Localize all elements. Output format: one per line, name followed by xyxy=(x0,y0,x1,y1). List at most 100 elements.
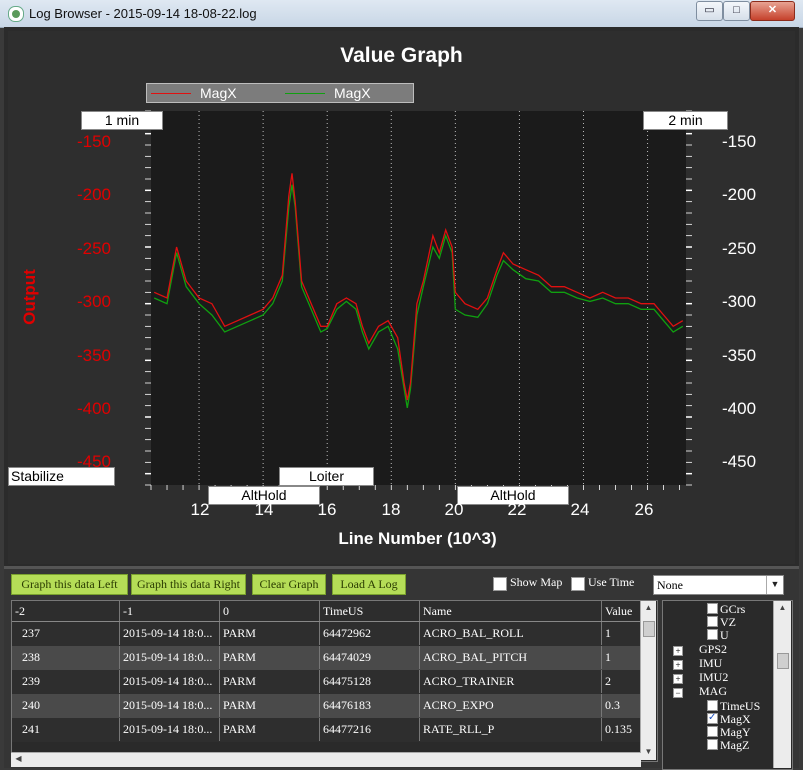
chevron-down-icon[interactable]: ▼ xyxy=(766,576,783,594)
tree-node[interactable]: GPS2 xyxy=(699,643,727,656)
column-header[interactable]: -1 xyxy=(120,601,220,621)
column-header[interactable]: 0 xyxy=(220,601,320,621)
table-row[interactable]: 239 2015-09-14 18:0... PARM 64475128 ACR… xyxy=(12,670,642,694)
legend-label-2: MagX xyxy=(334,85,371,101)
table-cell: PARM xyxy=(220,622,320,645)
table-cell: 2015-09-14 18:0... xyxy=(120,622,220,645)
scroll-up-icon[interactable]: ▲ xyxy=(641,603,656,612)
table-cell: 2015-09-14 18:0... xyxy=(120,646,220,669)
x-tick: 18 xyxy=(381,500,401,519)
y-tick-left: -400 xyxy=(76,399,111,418)
y-tick-left: -200 xyxy=(76,185,111,204)
table-horizontal-scrollbar[interactable]: ◀ xyxy=(11,752,641,767)
tree-label: GCrs xyxy=(720,602,746,616)
x-tick: 20 xyxy=(444,500,464,519)
series-select-value: None xyxy=(657,578,683,592)
y-axis-label: Output xyxy=(19,269,39,325)
column-header[interactable]: TimeUS xyxy=(320,601,420,621)
table-cell: PARM xyxy=(220,670,320,693)
y-tick-right: -300 xyxy=(722,292,757,311)
graph-right-button[interactable]: Graph this data Right xyxy=(131,574,246,595)
tree-checkbox[interactable] xyxy=(707,616,718,627)
table-cell: 1 xyxy=(602,622,642,645)
x-tick: 22 xyxy=(507,500,527,519)
minimize-button[interactable]: ▭ xyxy=(696,1,723,21)
tree-label: TimeUS xyxy=(720,699,761,713)
x-tick: 26 xyxy=(634,500,654,519)
table-cell: 64472962 xyxy=(320,622,420,645)
table-cell: PARM xyxy=(220,694,320,717)
y-tick-left: -150 xyxy=(76,132,111,151)
table-cell: 0.3 xyxy=(602,694,642,717)
tree-node[interactable]: IMU xyxy=(699,657,722,670)
column-header[interactable]: Name xyxy=(420,601,602,621)
tree-label: MagZ xyxy=(720,738,750,752)
graph-left-button[interactable]: Graph this data Left xyxy=(11,574,128,595)
maximize-button[interactable]: □ xyxy=(723,1,750,21)
x-tick: 16 xyxy=(317,500,337,519)
scroll-thumb[interactable] xyxy=(777,653,789,669)
legend-swatch-1 xyxy=(151,93,191,94)
use-time-checkbox[interactable] xyxy=(571,577,585,591)
y-tick-left: -450 xyxy=(76,452,111,471)
graph-title: Value Graph xyxy=(340,44,463,67)
table-cell: 64474029 xyxy=(320,646,420,669)
table-row[interactable]: 238 2015-09-14 18:0... PARM 64474029 ACR… xyxy=(12,646,642,670)
mode-label-loiter: Loiter xyxy=(279,467,374,486)
expand-icon[interactable]: + xyxy=(673,646,683,656)
tree-item[interactable]: U xyxy=(707,629,729,642)
table-row[interactable]: 241 2015-09-14 18:0... PARM 64477216 RAT… xyxy=(12,718,642,742)
x-tick: 12 xyxy=(190,500,210,519)
window-title: Log Browser - 2015-09-14 18-08-22.log xyxy=(29,6,257,21)
table-cell: 64475128 xyxy=(320,670,420,693)
table-cell: 1 xyxy=(602,646,642,669)
tree-label: VZ xyxy=(720,615,736,629)
scroll-up-icon[interactable]: ▲ xyxy=(775,603,790,612)
y-tick-left: -300 xyxy=(76,292,111,311)
tree-checkbox[interactable] xyxy=(707,726,718,737)
collapse-icon[interactable]: − xyxy=(673,688,683,698)
tree-checkbox[interactable] xyxy=(707,700,718,711)
series-select[interactable]: None ▼ xyxy=(653,575,784,595)
y-tick-right: -350 xyxy=(722,346,757,365)
table-cell: PARM xyxy=(220,646,320,669)
scroll-thumb[interactable] xyxy=(643,621,655,637)
scroll-down-icon[interactable]: ▼ xyxy=(641,747,656,756)
table-cell: RATE_RLL_P xyxy=(420,718,602,741)
table-cell: 2015-09-14 18:0... xyxy=(120,694,220,717)
table-cell: 2 xyxy=(602,670,642,693)
time-marker-left: 1 min xyxy=(81,111,163,130)
log-table[interactable]: -2 -1 0 TimeUS Name Value 237 2015-09-14… xyxy=(11,600,658,762)
table-cell: ACRO_BAL_PITCH xyxy=(420,646,602,669)
column-header[interactable]: Value xyxy=(602,601,642,621)
tree-checkbox[interactable] xyxy=(707,603,718,614)
plot-area[interactable] xyxy=(151,111,686,485)
clear-graph-button[interactable]: Clear Graph xyxy=(252,574,326,595)
tree-label: U xyxy=(720,628,729,642)
tree-checkbox-checked[interactable] xyxy=(707,711,718,724)
expand-icon[interactable]: + xyxy=(673,660,683,670)
expand-icon[interactable]: + xyxy=(673,674,683,684)
table-vertical-scrollbar[interactable]: ▲ ▼ xyxy=(640,601,656,760)
y-tick-right: -200 xyxy=(722,185,757,204)
tree-node[interactable]: MAG xyxy=(699,685,727,698)
table-row[interactable]: 240 2015-09-14 18:0... PARM 64476183 ACR… xyxy=(12,694,642,718)
show-map-checkbox[interactable] xyxy=(493,577,507,591)
table-cell: 64477216 xyxy=(320,718,420,741)
tree-checkbox[interactable] xyxy=(707,629,718,640)
load-log-button[interactable]: Load A Log xyxy=(332,574,406,595)
table-cell: PARM xyxy=(220,718,320,741)
x-axis-label: Line Number (10^3) xyxy=(338,529,497,548)
close-button[interactable]: ✕ xyxy=(750,1,795,21)
show-map-label: Show Map xyxy=(510,575,563,589)
table-row[interactable]: 237 2015-09-14 18:0... PARM 64472962 ACR… xyxy=(12,622,642,646)
time-marker-right: 2 min xyxy=(643,111,728,130)
column-header[interactable]: -2 xyxy=(12,601,120,621)
tree-node[interactable]: IMU2 xyxy=(699,671,728,684)
scroll-left-icon[interactable]: ◀ xyxy=(11,754,26,763)
tree-vertical-scrollbar[interactable]: ▲ xyxy=(773,601,791,768)
table-cell: 2015-09-14 18:0... xyxy=(120,670,220,693)
y-tick-right: -250 xyxy=(722,239,757,258)
tree-checkbox[interactable] xyxy=(707,739,718,750)
tree-item[interactable]: MagZ xyxy=(707,739,749,752)
